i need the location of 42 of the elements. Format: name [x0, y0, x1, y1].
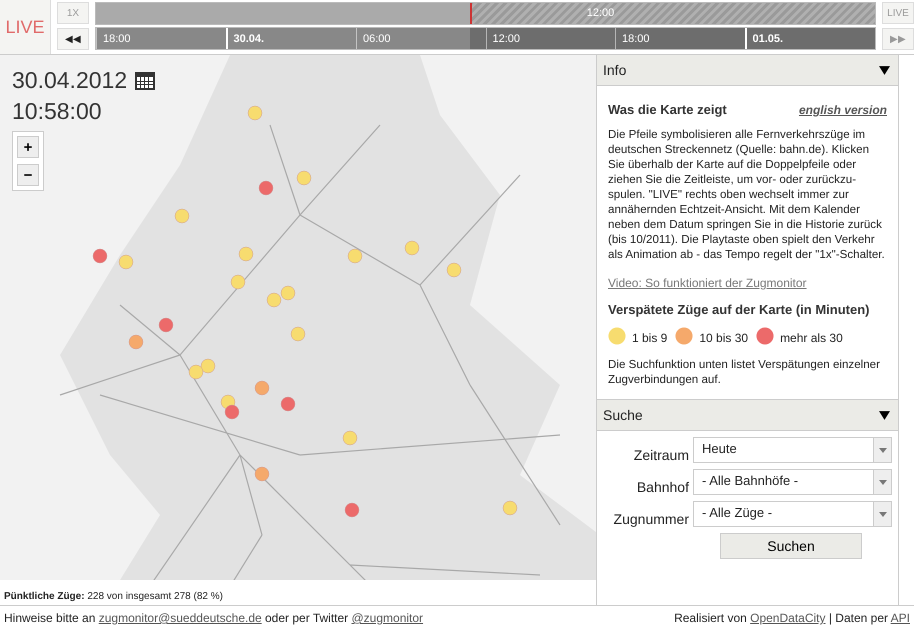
- search-button[interactable]: Suchen: [720, 533, 862, 559]
- footer-link[interactable]: @zugmonitor: [352, 611, 424, 625]
- live-label: LIVE: [0, 0, 51, 54]
- search-panel-header[interactable]: Suche: [597, 400, 898, 431]
- legend-title: Verspätete Züge auf der Karte (in Minuten): [608, 302, 870, 317]
- search-note: Die Suchfunktion unten listet Verspätungen einzelner Zugverbindungen auf.: [608, 357, 881, 387]
- info-text: Die Pfeile symbolisieren alle Fernverkehrszüge im deutschen Streckennetz (Quelle: bahn.de). Klicken Sie überhalb der Karte auf die Doppelpfeile oder ziehen Sie die Zeitleiste, um vor- oder zurückzu-spulen. "LIVE" rechts oben wechselt immer zur annähernden Echtzeit-Ansicht. Mit dem Kalender neben dem Datum springen Sie in die Historie zurück (bis 10/2011). Die Playtaste oben spielt den Verkehr als Animation ab - das Tempo regelt der "1x"-Schalter.: [608, 127, 886, 262]
- video-link[interactable]: Video: So funktioniert der Zugmonitor: [608, 276, 807, 290]
- calendar-icon[interactable]: [135, 72, 156, 90]
- timeline-track[interactable]: 12:00 18:00 30.04. 06:00 12:00 18:00 01.05.: [95, 0, 876, 54]
- timeline-label: 12:00: [486, 28, 615, 49]
- legend-label: 1 bis 9: [632, 330, 668, 345]
- info-panel-header[interactable]: Info: [597, 55, 898, 86]
- zoom-out-button[interactable]: −: [17, 164, 39, 186]
- contact-note: Hinweise bitte an zugmonitor@sueddeutsche.de oder per Twitter @zugmonitor: [4, 611, 424, 625]
- timeline-label: 30.04.: [226, 28, 356, 49]
- dropdown-field[interactable]: - Alle Bahnhöfe -: [693, 469, 892, 495]
- timeline-label: 18:00: [615, 28, 744, 49]
- footer-link[interactable]: API: [890, 611, 910, 625]
- legend-label: mehr als 30: [780, 330, 843, 345]
- zoom-in-button[interactable]: +: [17, 136, 39, 158]
- caret-icon: [878, 448, 886, 452]
- credits-note: Realisiert von OpenDataCity | Daten per API: [674, 611, 910, 625]
- caret-icon: [878, 480, 886, 484]
- dropdown-field[interactable]: Heute: [693, 437, 892, 463]
- field-label: Zeitraum: [632, 447, 689, 463]
- date-display: 30.04.2012: [12, 67, 128, 94]
- footer-link[interactable]: OpenDataCity: [750, 611, 826, 625]
- field-label: Bahnhof: [636, 479, 689, 495]
- timeline-label: 06:00: [356, 28, 486, 49]
- timeline-label: 18:00: [96, 28, 226, 49]
- footer-link[interactable]: zugmonitor@sueddeutsche.de: [98, 611, 262, 625]
- field-label: Zugnummer: [612, 511, 689, 527]
- dropdown-field[interactable]: - Alle Züge -: [693, 501, 892, 527]
- caret-icon: [878, 512, 886, 516]
- english-version-link[interactable]: english version: [798, 103, 887, 117]
- rewind-button[interactable]: ◀◀: [57, 28, 89, 50]
- legend-label: 10 bis 30: [699, 330, 748, 345]
- timeline-label: 01.05.: [744, 28, 875, 49]
- time-display: 10:58:00: [12, 98, 103, 125]
- info-heading: Was die Karte zeigt: [608, 102, 727, 117]
- timeline-label: 12:00: [586, 7, 614, 19]
